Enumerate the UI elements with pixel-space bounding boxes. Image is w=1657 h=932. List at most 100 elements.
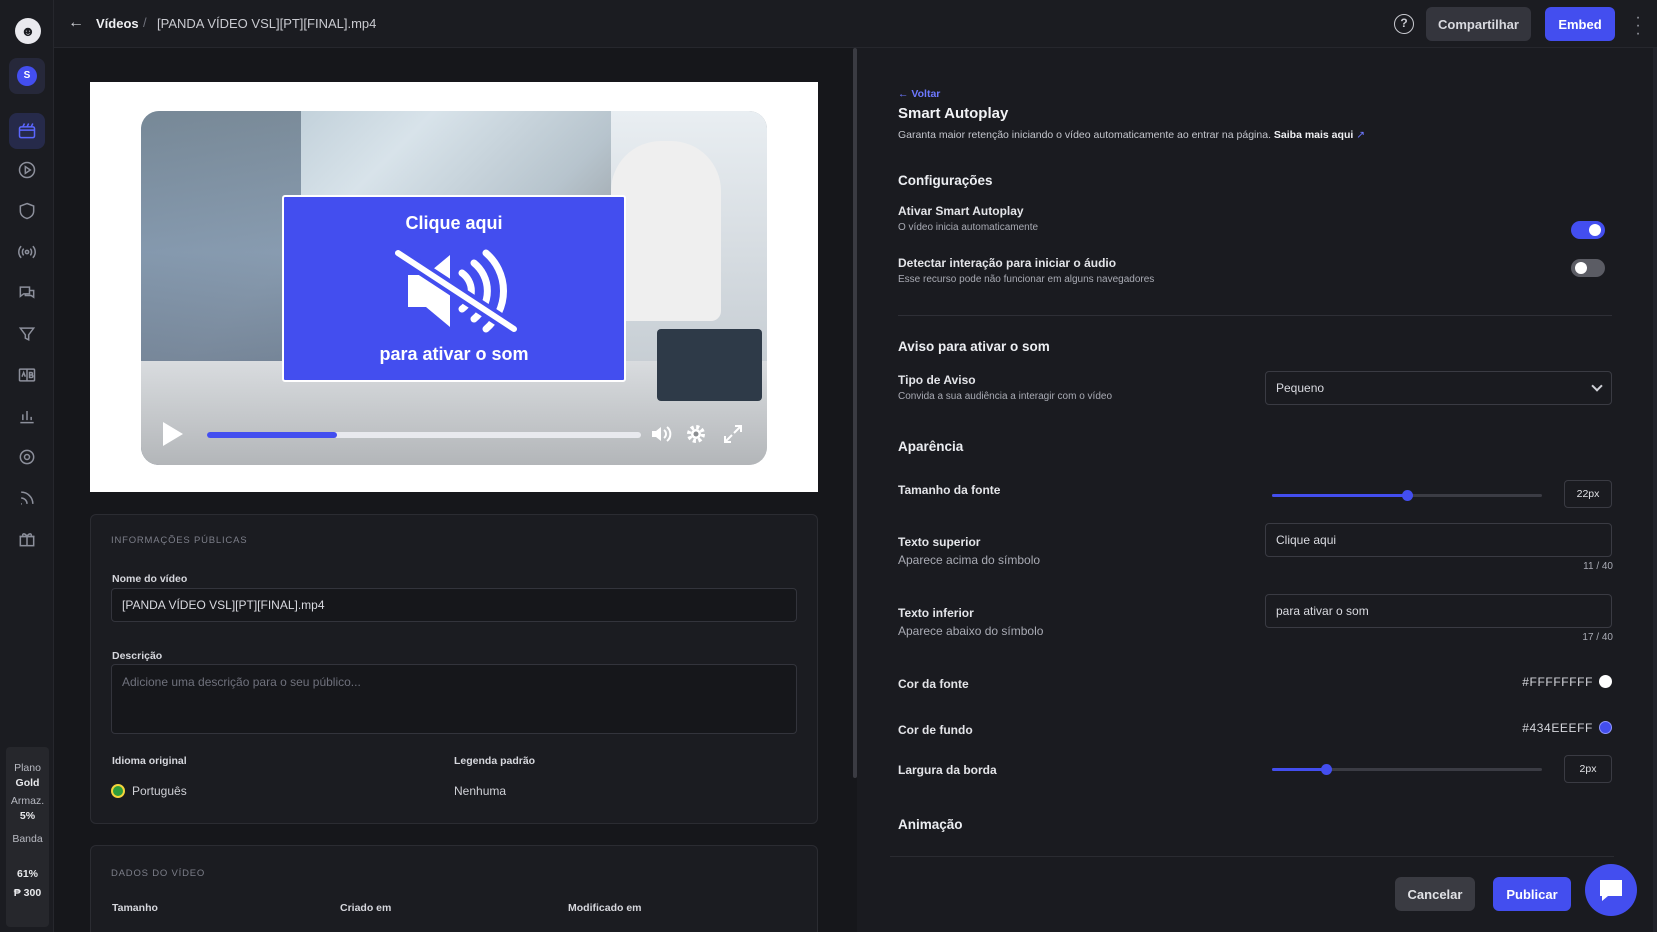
bottom-text-input[interactable]: para ativar o som <box>1265 594 1612 628</box>
filter-icon[interactable] <box>9 316 45 352</box>
chevron-down-icon <box>1591 380 1603 392</box>
player-controls <box>141 412 767 456</box>
plan-value: Gold <box>15 777 40 789</box>
settings-gear-icon[interactable] <box>684 422 708 446</box>
external-link-icon[interactable]: ↗ <box>1356 129 1365 141</box>
play-button-icon[interactable] <box>163 422 183 446</box>
section-divider <box>898 315 1612 316</box>
font-size-value[interactable]: 22px <box>1564 480 1612 508</box>
rss-icon[interactable] <box>9 480 45 516</box>
progress-bar[interactable] <box>207 432 641 438</box>
appearance-heading: Aparência <box>898 439 964 454</box>
warning-type-label: Tipo de Aviso <box>898 373 976 387</box>
font-size-label: Tamanho da fonte <box>898 483 1001 497</box>
border-width-slider[interactable] <box>1272 764 1542 775</box>
font-size-slider-thumb[interactable] <box>1402 490 1413 501</box>
help-icon[interactable]: ? <box>1394 14 1414 34</box>
more-options-icon[interactable]: · · · <box>1634 10 1642 42</box>
breadcrumb-separator: / <box>143 15 147 30</box>
detect-label: Detectar interação para iniciar o áudio <box>898 256 1117 270</box>
font-color-swatch[interactable] <box>1599 675 1612 688</box>
video-frame-person <box>611 141 721 321</box>
settings-icon[interactable] <box>9 439 45 475</box>
bottom-text-counter: 17 / 40 <box>1582 632 1613 643</box>
modified-column-label: Modificado em <box>568 902 642 914</box>
chart-icon[interactable] <box>9 398 45 434</box>
bg-color-value[interactable]: #434EEEFF <box>1503 721 1593 735</box>
autoplay-desc: O vídeo inicia automaticamente <box>898 222 1039 233</box>
video-name-input[interactable]: [PANDA VÍDEO VSL][PT][FINAL].mp4 <box>111 588 797 622</box>
top-text-input[interactable]: Clique aqui <box>1265 523 1612 557</box>
volume-icon[interactable] <box>649 422 673 446</box>
overlay-bottom-text: para ativar o som <box>379 344 529 364</box>
topbar: ← Vídeos / [PANDA VÍDEO VSL][PT][FINAL].… <box>54 0 1657 48</box>
learn-more-link[interactable]: Saiba mais aqui <box>1274 129 1353 141</box>
back-link[interactable]: ← Voltar <box>898 88 940 100</box>
warning-type-desc: Convida a sua audiência a interagir com … <box>898 391 1113 402</box>
video-data-caption: DADOS DO VÍDEO <box>111 868 206 879</box>
config-heading: Configurações <box>898 173 993 188</box>
gift-icon[interactable] <box>9 521 45 557</box>
bg-color-swatch[interactable] <box>1599 721 1612 734</box>
font-color-value[interactable]: #FFFFFFFF <box>1503 675 1593 689</box>
publish-button[interactable]: Publicar <box>1493 877 1571 911</box>
support-chat-button[interactable] <box>1585 864 1637 916</box>
workspace-switcher[interactable]: S <box>9 58 45 94</box>
panda-logo-icon[interactable]: ☻ <box>15 18 41 44</box>
videos-icon[interactable] <box>9 113 45 149</box>
breadcrumb-file: [PANDA VÍDEO VSL][PT][FINAL].mp4 <box>157 16 377 31</box>
bottom-text-label: Texto inferior <box>898 606 974 620</box>
autoplay-label: Ativar Smart Autoplay <box>898 204 1024 218</box>
border-width-slider-thumb[interactable] <box>1321 764 1332 775</box>
video-frame-laptop <box>657 329 762 401</box>
public-info-caption: INFORMAÇÕES PÚBLICAS <box>111 535 248 546</box>
size-column-label: Tamanho <box>112 902 158 914</box>
detect-toggle[interactable] <box>1571 259 1605 277</box>
detect-desc: Esse recurso pode não funcionar em algun… <box>898 274 1155 285</box>
muted-speaker-icon <box>394 249 518 333</box>
chat-bubble-icon <box>1600 880 1622 901</box>
autoplay-toggle[interactable] <box>1571 221 1605 239</box>
storage-label: Armaz. <box>10 795 45 807</box>
sound-overlay[interactable]: Clique aqui para ativar o som <box>282 195 626 382</box>
border-width-slider-fill <box>1272 768 1326 771</box>
band-value: 61% <box>16 868 38 880</box>
settings-subtitle: Garanta maior retenção iniciando o vídeo… <box>898 129 1365 141</box>
plan-usage-panel[interactable]: Plano Gold Armaz. 5% Banda 61% ₱ 300 <box>6 747 49 927</box>
video-name-value: [PANDA VÍDEO VSL][PT][FINAL].mp4 <box>122 598 325 612</box>
cancel-button[interactable]: Cancelar <box>1395 877 1475 911</box>
top-text-desc: Aparece acima do símbolo <box>898 553 1041 567</box>
shield-icon[interactable] <box>9 193 45 229</box>
sidebar: ☻ S Plano Gold Armaz. 5% Banda 61% ₱ 300 <box>0 0 54 932</box>
embed-button[interactable]: Embed <box>1545 7 1615 41</box>
right-scrollbar[interactable] <box>1653 48 1657 932</box>
default-subtitle-value[interactable]: Nenhuma <box>454 784 506 798</box>
back-arrow-icon[interactable]: ← <box>68 14 84 32</box>
bg-color-label: Cor de fundo <box>898 723 973 737</box>
fullscreen-icon[interactable] <box>721 422 745 446</box>
settings-title: Smart Autoplay <box>898 105 1009 122</box>
video-data-card <box>90 845 818 932</box>
credits-value: ₱ 300 <box>13 887 42 899</box>
original-language-label: Idioma original <box>112 755 187 767</box>
footer-divider <box>890 856 1614 857</box>
top-text-counter: 11 / 40 <box>1583 561 1613 572</box>
autoplay-toggle-knob <box>1589 224 1601 236</box>
chat-icon[interactable] <box>9 275 45 311</box>
original-language-value[interactable]: Português <box>132 784 187 798</box>
share-button[interactable]: Compartilhar <box>1426 7 1531 41</box>
font-size-slider[interactable] <box>1272 490 1542 501</box>
bottom-text-desc: Aparece abaixo do símbolo <box>898 624 1044 638</box>
warning-type-select[interactable]: Pequeno <box>1265 371 1612 405</box>
border-width-value[interactable]: 2px <box>1564 755 1612 783</box>
band-label: Banda <box>12 833 43 845</box>
description-textarea[interactable]: Adicione uma descrição para o seu públic… <box>111 664 797 734</box>
breadcrumb-videos[interactable]: Vídeos <box>96 16 139 31</box>
ab-test-icon[interactable] <box>9 357 45 393</box>
video-name-label: Nome do vídeo <box>112 573 188 585</box>
broadcast-icon[interactable] <box>9 234 45 270</box>
border-width-label: Largura da borda <box>898 763 997 777</box>
play-icon[interactable] <box>9 152 45 188</box>
top-text-value: Clique aqui <box>1276 533 1337 547</box>
font-color-label: Cor da fonte <box>898 677 969 691</box>
